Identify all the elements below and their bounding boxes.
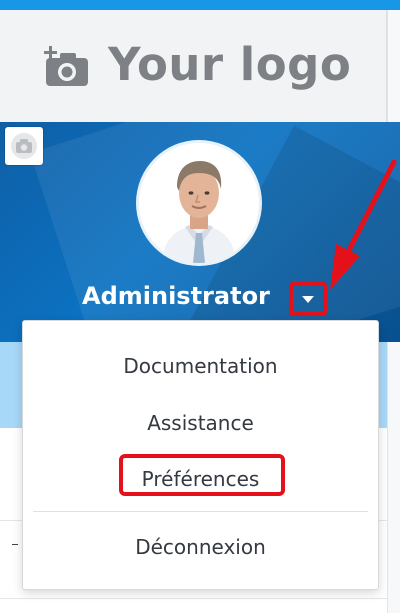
divider [0,598,387,599]
add-photo-icon[interactable] [44,46,92,88]
logo-bar: Your logo [0,10,387,122]
logo-text: Your logo [108,38,352,91]
divider-tick [12,544,18,545]
user-dropdown-menu: Documentation Assistance Préférences Déc… [22,320,379,590]
user-avatar-photo [139,143,259,263]
camera-icon [11,133,37,159]
avatar[interactable] [139,143,259,263]
user-name: Administrator [82,282,270,310]
menu-item-assistance[interactable]: Assistance [23,411,378,435]
annotation-arrow-icon [330,159,397,290]
app-frame: Your logo Administrator Documentation As… [0,0,400,613]
menu-item-preferences[interactable]: Préférences [23,467,378,491]
menu-item-documentation[interactable]: Documentation [23,354,378,378]
menu-item-logout[interactable]: Déconnexion [23,535,378,559]
menu-divider [33,511,368,512]
change-cover-button[interactable] [5,127,43,165]
top-accent-bar [0,0,400,10]
